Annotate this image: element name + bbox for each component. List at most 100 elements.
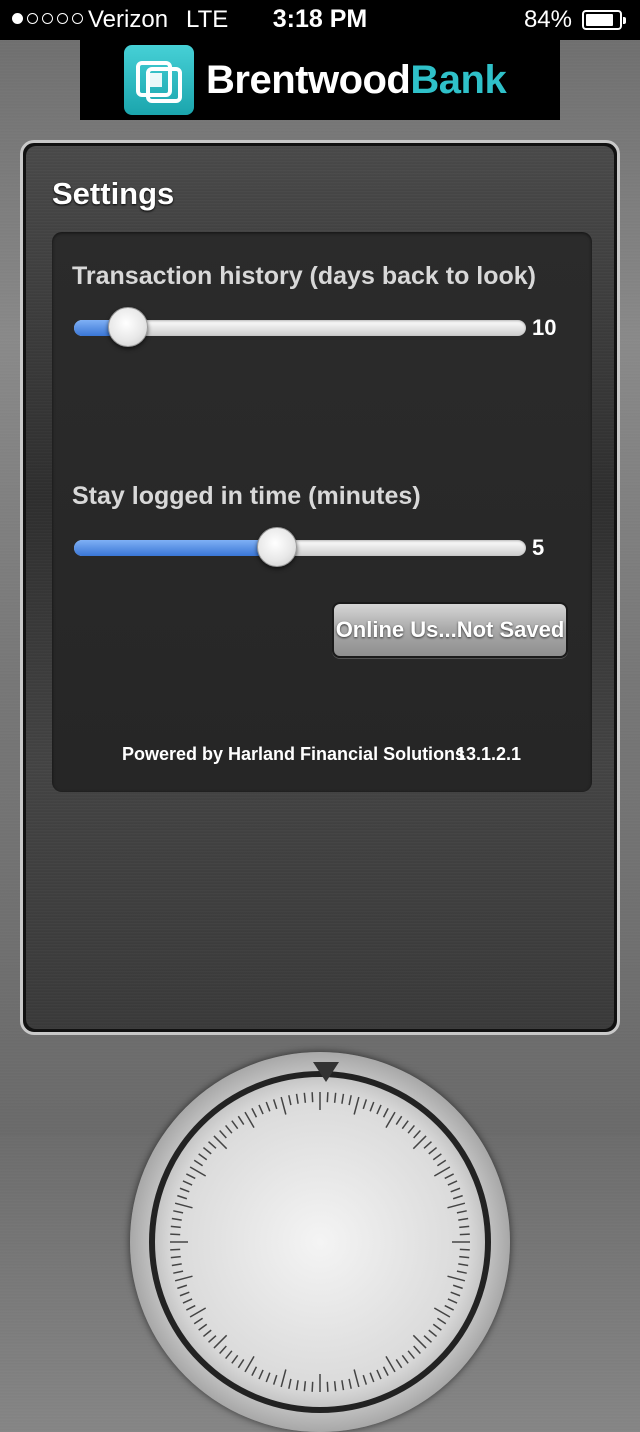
dial-tick: [258, 1104, 264, 1115]
dial-tick: [193, 1159, 203, 1167]
dial-tick: [237, 1115, 245, 1125]
dial-tick: [412, 1135, 427, 1150]
dial-tick: [353, 1096, 360, 1115]
dial-tick: [362, 1099, 368, 1110]
save-settings-button[interactable]: Online Us...Not Saved: [332, 602, 568, 658]
dial-tick: [182, 1180, 193, 1186]
dial-tick: [385, 1111, 396, 1129]
dial-tick: [272, 1099, 278, 1110]
dial-tick: [456, 1270, 467, 1274]
dial-tick: [423, 1335, 432, 1343]
dial-tick: [237, 1359, 245, 1369]
bank-logo-icon: [124, 45, 194, 115]
dial-tick: [231, 1120, 239, 1130]
brand-name: BrentwoodBank: [206, 58, 507, 103]
transaction-history-value: 10: [532, 315, 557, 340]
settings-panel-body: Settings Transaction history (days back …: [26, 146, 614, 1029]
dial-tick: [341, 1380, 345, 1391]
dial-tick: [186, 1173, 196, 1180]
dial-tick: [251, 1108, 258, 1118]
dial-tick: [219, 1345, 227, 1354]
stay-logged-in-slider[interactable]: [74, 527, 526, 567]
dial-tick: [272, 1374, 278, 1385]
dial-tick: [382, 1108, 389, 1118]
dial-tick: [225, 1350, 233, 1360]
dial-tick: [333, 1092, 337, 1103]
dial-tick: [447, 1275, 466, 1282]
dial-tick: [170, 1255, 181, 1259]
dial-tick: [303, 1092, 307, 1103]
dial-tick: [348, 1378, 352, 1389]
dial-tick: [280, 1369, 287, 1388]
dial-tick: [459, 1225, 470, 1229]
dial-tick: [362, 1374, 368, 1385]
battery-percent: 84%: [523, 6, 572, 33]
dial-tick: [407, 1124, 415, 1134]
dial-tick: [208, 1335, 217, 1343]
slider-thumb[interactable]: [257, 527, 298, 567]
dial-tick: [459, 1248, 470, 1251]
battery-icon: [582, 10, 626, 30]
dial-tick: [244, 1111, 255, 1129]
dial-tick: [311, 1381, 314, 1392]
dial-tick: [413, 1130, 421, 1139]
dial-tick: [193, 1317, 203, 1325]
dial-tick: [458, 1263, 469, 1267]
dial-tick: [202, 1147, 212, 1155]
dial-tick: [170, 1225, 181, 1229]
dial-tick: [173, 1270, 184, 1274]
dial-tick: [171, 1217, 182, 1221]
dial-tick: [433, 1166, 451, 1177]
dial-tick: [182, 1298, 193, 1304]
transaction-history-slider[interactable]: [74, 307, 526, 347]
dial-tick: [265, 1372, 271, 1383]
dial-tick: [303, 1381, 307, 1392]
dial-tick: [353, 1369, 360, 1388]
dial-tick: [171, 1263, 182, 1267]
dial-tick: [288, 1095, 292, 1106]
brand-header: BrentwoodBank: [80, 40, 560, 120]
transaction-history-label: Transaction history (days back to look): [72, 262, 537, 290]
dial-tick: [244, 1355, 255, 1373]
dial-tick: [213, 1334, 228, 1349]
dial-tick: [382, 1366, 389, 1376]
dial-pointer-icon: [313, 1062, 339, 1082]
dial-tick: [432, 1153, 442, 1161]
dial-tick: [452, 1194, 463, 1200]
slider-thumb[interactable]: [108, 307, 149, 347]
dial-tick: [213, 1135, 228, 1150]
dial-tick: [428, 1329, 438, 1337]
dial-tick: [437, 1159, 447, 1167]
dial-tick: [413, 1345, 421, 1354]
dial-tick: [280, 1096, 287, 1115]
navigation-dial[interactable]: [130, 1052, 510, 1432]
dial-tick: [295, 1380, 299, 1391]
dial-tick: [428, 1147, 438, 1155]
dial-tick: [447, 1180, 458, 1186]
dial-ring: [149, 1071, 491, 1413]
dial-tick: [395, 1359, 403, 1369]
dial-tick: [186, 1304, 196, 1311]
dial-tick: [258, 1369, 264, 1380]
dial-tick: [369, 1372, 375, 1383]
version-number: 13.1.2.1: [456, 744, 522, 764]
dial-tick: [341, 1093, 345, 1104]
page-title: Settings: [52, 176, 175, 211]
dial-tick: [458, 1217, 469, 1221]
dial-tick: [225, 1124, 233, 1134]
dial-tick: [401, 1120, 409, 1130]
stay-logged-in-value: 5: [532, 535, 545, 560]
dial-tick: [198, 1153, 208, 1161]
dial-tick: [437, 1317, 447, 1325]
dial-tick: [444, 1304, 454, 1311]
dial-tick: [311, 1092, 314, 1103]
dial-tick: [198, 1323, 208, 1331]
dial-tick: [447, 1298, 458, 1304]
dial-tick: [231, 1354, 239, 1364]
dial-tick: [177, 1194, 188, 1200]
dial-tick: [369, 1101, 375, 1112]
dial-tick: [179, 1291, 190, 1297]
dial-tick: [433, 1307, 451, 1318]
slider-fill: [74, 540, 278, 556]
dial-tick: [295, 1093, 299, 1104]
